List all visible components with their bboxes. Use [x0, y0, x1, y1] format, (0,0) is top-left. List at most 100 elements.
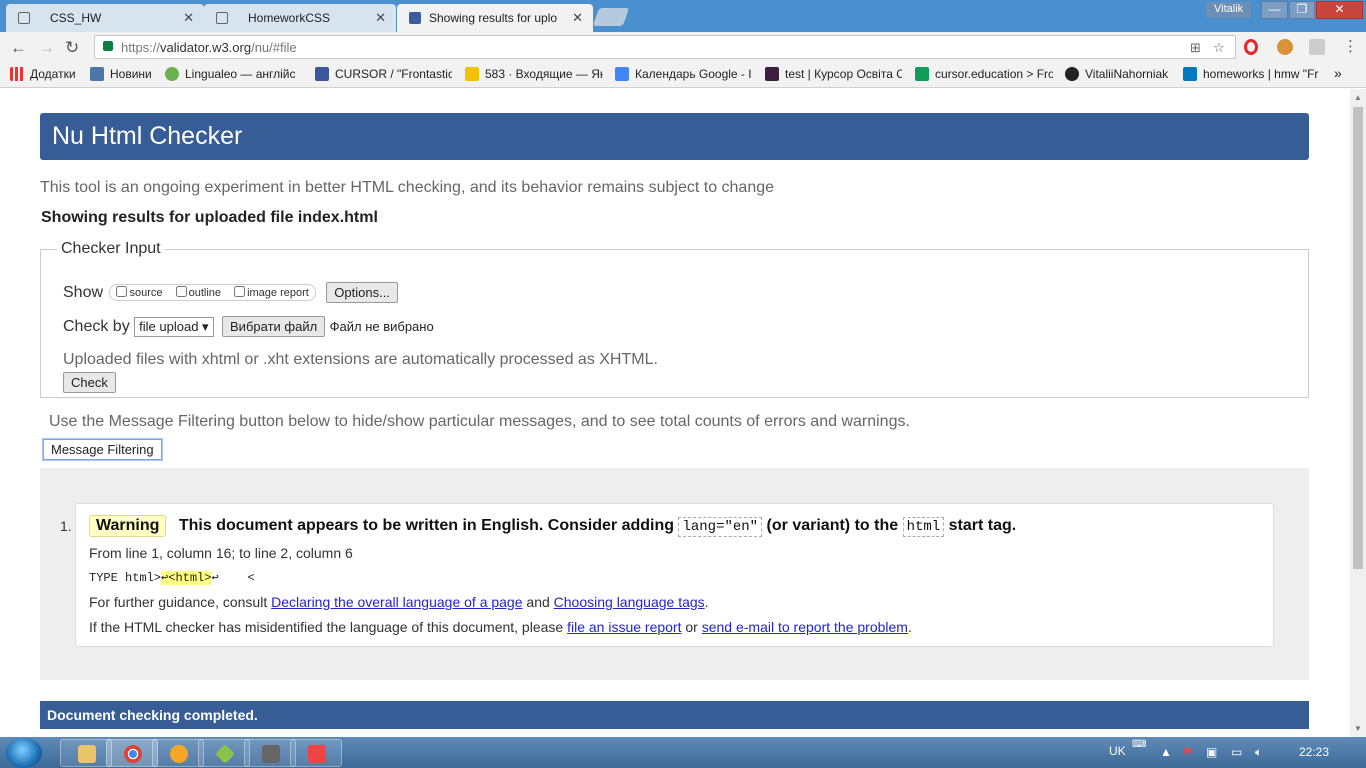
forward-icon[interactable]: → [38, 38, 55, 58]
options-button[interactable]: Options... [326, 282, 398, 303]
message-text: This document appears to be written in E… [178, 517, 675, 534]
bookmark-label: Календарь Google - I [635, 67, 752, 81]
extension-icon[interactable] [1309, 39, 1325, 55]
lock-icon [103, 41, 113, 51]
file-issue-link[interactable]: file an issue report [567, 619, 681, 635]
taskbar-explorer[interactable] [60, 739, 112, 767]
translate-icon[interactable]: ⊞ [1190, 40, 1201, 56]
guidance-text: . [704, 594, 709, 610]
scroll-down-icon[interactable]: ▼ [1354, 724, 1362, 733]
check-by-label: Check by [63, 318, 130, 335]
slides-icon [308, 745, 326, 763]
language-indicator[interactable]: UK [1109, 744, 1126, 758]
cookie-extension-icon[interactable] [1277, 39, 1293, 55]
guidance-text: and [526, 594, 550, 610]
tab-close-icon[interactable]: ✕ [375, 10, 386, 26]
message-number: 1. [60, 518, 72, 534]
bookmark-lingualeo[interactable]: Lingualeo — англійс [165, 67, 303, 81]
choose-file-button[interactable]: Вибрати файл [222, 316, 326, 337]
check-button[interactable]: Check [63, 372, 116, 393]
page-scrollbar[interactable]: ▲ ▼ [1350, 89, 1366, 737]
source-checkbox[interactable] [116, 286, 128, 297]
bookmark-google-calendar[interactable]: Календарь Google - I [615, 67, 753, 81]
bookmark-vk[interactable]: Новини [90, 67, 158, 81]
orange-app-icon [170, 745, 188, 763]
bookmark-apps[interactable]: Додатки [10, 67, 82, 81]
trello-icon [1183, 67, 1197, 81]
no-file-label: Файл не вибрано [329, 319, 434, 334]
bookmark-slack-test[interactable]: test | Курсор Освіта С [765, 67, 902, 81]
bookmark-github[interactable]: VitaliiNahorniak [1065, 67, 1173, 81]
bookmark-label: test | Курсор Освіта С [785, 67, 902, 81]
taskbar-app-orange[interactable] [152, 739, 204, 767]
extract-highlight: ↩<html> [161, 571, 212, 585]
clock[interactable]: 22:23 [1299, 745, 1329, 759]
mail-icon [465, 67, 479, 81]
profile-button[interactable]: Vitalik [1206, 2, 1252, 18]
chrome-icon [124, 745, 142, 763]
image-report-checkbox[interactable] [234, 286, 246, 297]
outline-checkbox[interactable] [175, 286, 187, 297]
bookmarks-overflow-icon[interactable]: » [1334, 65, 1342, 81]
address-bar[interactable]: https://validator.w3.org/nu/#file ⊞ ☆ [94, 35, 1236, 59]
send-email-link[interactable]: send e-mail to report the problem [702, 619, 908, 635]
browser-toolbar: ← → ↻ https://validator.w3.org/nu/#file … [0, 32, 1366, 62]
message-filtering-button[interactable]: Message Filtering [43, 439, 162, 460]
bookmark-cursor-facebook[interactable]: CURSOR / "Frontastic [315, 67, 452, 81]
scroll-thumb[interactable] [1353, 107, 1363, 569]
url-text[interactable]: https://validator.w3.org/nu/#file [121, 40, 297, 55]
show-row: Show source outline image report Options… [63, 282, 398, 303]
start-button[interactable] [6, 738, 42, 768]
back-icon[interactable]: ← [10, 38, 27, 58]
tab-close-icon[interactable]: ✕ [183, 10, 194, 26]
taskbar-chrome[interactable] [106, 739, 158, 767]
lingualeo-icon [165, 67, 179, 81]
tab-title: CSS_HW [50, 11, 102, 25]
source-extract: TYPE html>↩<html>↩ < [89, 570, 255, 585]
bookmark-trello[interactable]: homeworks | hmw "Fr [1183, 67, 1321, 81]
taskbar-sourcetree[interactable] [198, 739, 250, 767]
message-text: start tag. [948, 517, 1017, 534]
window-app-icon [262, 745, 280, 763]
action-center-icon[interactable]: ⚑ [1182, 745, 1193, 759]
volume-icon[interactable]: 🔈︎ [1255, 745, 1262, 760]
guidance-text: For further guidance, consult [89, 594, 268, 610]
folder-icon [78, 745, 96, 763]
show-hidden-icons-icon[interactable]: ▲ [1160, 745, 1172, 759]
taskbar-slides[interactable] [290, 739, 342, 767]
message-location: From line 1, column 16; to line 2, colum… [89, 545, 353, 561]
menu-icon[interactable]: ⋮ [1343, 37, 1358, 55]
github-icon [1065, 67, 1079, 81]
opera-extension-icon[interactable] [1244, 39, 1258, 55]
tab-close-icon[interactable]: ✕ [572, 10, 583, 26]
misidentified-text: If the HTML checker has misidentified th… [89, 619, 564, 635]
url-host: validator.w3.org [160, 40, 252, 55]
taskbar-app-window[interactable] [244, 739, 296, 767]
choosing-language-tags-link[interactable]: Choosing language tags [554, 594, 705, 610]
source-label: source [129, 287, 163, 299]
bookmark-yandex-mail[interactable]: 583 · Входящие — Ян [465, 67, 603, 81]
facebook-icon [315, 67, 329, 81]
bookmark-cursor-education[interactable]: cursor.education > Fro [915, 67, 1053, 81]
network-icon[interactable]: ▭ [1231, 745, 1242, 759]
keyboard-icon[interactable]: ⌨ [1132, 739, 1146, 750]
filtering-hint: Use the Message Filtering button below t… [49, 413, 910, 430]
bookmark-label: cursor.education > Fro [935, 67, 1053, 81]
checker-input-fieldset: Checker Input Show source outline image … [40, 240, 1309, 398]
declaring-language-link[interactable]: Declaring the overall language of a page [271, 594, 522, 610]
close-window-button[interactable]: ✕ [1316, 1, 1363, 19]
check-by-row: Check by file upload ▾ Вибрати файл Файл… [63, 316, 434, 337]
new-tab-button[interactable] [592, 8, 630, 26]
star-icon[interactable]: ☆ [1213, 40, 1225, 56]
scroll-up-icon[interactable]: ▲ [1354, 93, 1362, 102]
minimize-button[interactable]: — [1261, 1, 1288, 19]
bookmark-label: 583 · Входящие — Ян [485, 67, 603, 81]
tab-validator[interactable]: Showing results for uplo ✕ [397, 4, 593, 32]
tab-homeworkcss[interactable]: HomeworkCSS ✕ [204, 4, 396, 32]
device-icon[interactable]: ▣ [1206, 745, 1217, 759]
reload-icon[interactable]: ↻ [65, 38, 79, 58]
tab-css-hw[interactable]: CSS_HW ✕ [6, 4, 204, 32]
tab-strip: CSS_HW ✕ HomeworkCSS ✕ Showing results f… [0, 0, 1366, 32]
maximize-button[interactable]: ❐ [1289, 1, 1315, 19]
check-by-select[interactable]: file upload ▾ [134, 317, 214, 337]
